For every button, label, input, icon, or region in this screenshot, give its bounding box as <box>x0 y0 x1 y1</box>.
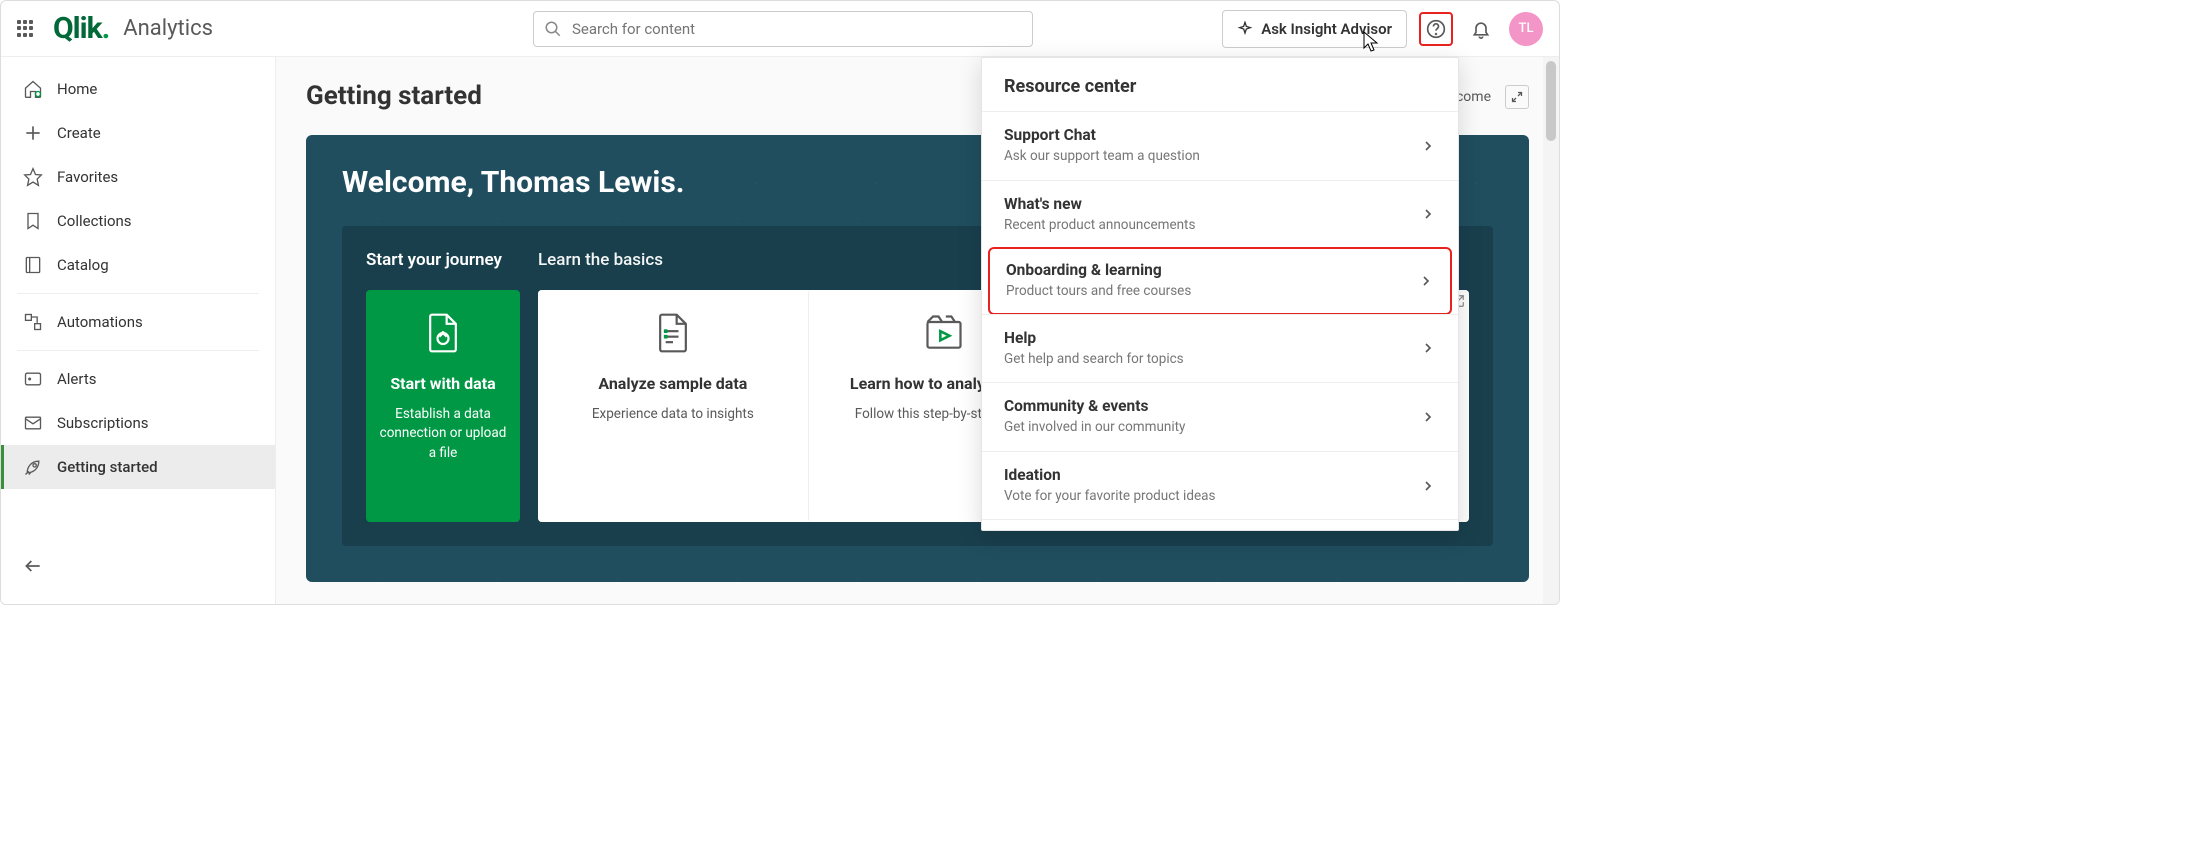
collapse-sidebar-button[interactable] <box>23 556 253 580</box>
panel-item-title: Community & events <box>1004 397 1185 415</box>
panel-item-support-chat[interactable]: Support Chat Ask our support team a ques… <box>982 111 1458 180</box>
collapse-icon <box>23 556 43 576</box>
panel-item-desc: Ask our support team a question <box>1004 148 1200 166</box>
catalog-icon <box>23 255 43 275</box>
search-box[interactable] <box>533 11 1033 47</box>
card-title: Start with data <box>390 374 495 395</box>
card-start-with-data[interactable]: Start with data Establish a data connect… <box>366 290 520 522</box>
chevron-right-icon <box>1420 409 1436 425</box>
panel-item-desc: Product tours and free courses <box>1006 283 1191 301</box>
sidebar: Home Create Favorites Collections Catalo… <box>1 57 276 604</box>
sidebar-item-label: Automations <box>57 313 143 331</box>
alert-icon <box>23 369 43 389</box>
page-top-actions: lcome <box>1453 85 1529 109</box>
home-icon <box>23 79 43 99</box>
sidebar-item-label: Collections <box>57 212 132 230</box>
panel-item-title: Help <box>1004 329 1184 347</box>
panel-item-help[interactable]: Help Get help and search for topics <box>982 314 1458 383</box>
resource-center-panel: Resource center Support Chat Ask our sup… <box>981 57 1459 531</box>
sidebar-footer <box>1 542 275 594</box>
panel-item-community[interactable]: Community & events Get involved in our c… <box>982 382 1458 451</box>
sidebar-divider <box>17 350 259 351</box>
chevron-right-icon <box>1420 340 1436 356</box>
sidebar-item-label: Home <box>57 80 97 98</box>
card-analyze-sample[interactable]: Analyze sample data Experience data to i… <box>538 290 808 522</box>
mail-icon <box>23 413 43 433</box>
sparkle-icon <box>1237 21 1253 37</box>
sidebar-item-label: Favorites <box>57 168 118 186</box>
app-window: Qlik. Analytics Ask Insight Advisor TL <box>0 0 1560 605</box>
rocket-icon <box>23 457 43 477</box>
sidebar-item-home[interactable]: Home <box>1 67 275 111</box>
sidebar-item-subscriptions[interactable]: Subscriptions <box>1 401 275 445</box>
help-icon <box>1426 19 1446 39</box>
ask-insight-label: Ask Insight Advisor <box>1261 20 1392 38</box>
video-icon <box>922 308 966 358</box>
ask-insight-button[interactable]: Ask Insight Advisor <box>1222 10 1407 48</box>
plus-icon <box>23 123 43 143</box>
sidebar-item-alerts[interactable]: Alerts <box>1 357 275 401</box>
panel-item-whats-new[interactable]: What's new Recent product announcements <box>982 180 1458 249</box>
panel-item-desc: Get help and search for topics <box>1004 351 1184 369</box>
help-button[interactable] <box>1419 12 1453 46</box>
sidebar-item-collections[interactable]: Collections <box>1 199 275 243</box>
bell-icon <box>1471 19 1491 39</box>
expand-button[interactable] <box>1505 85 1529 109</box>
tab-start-journey[interactable]: Start your journey <box>366 250 502 270</box>
app-name: Analytics <box>123 16 213 41</box>
vertical-scrollbar[interactable] <box>1543 57 1559 604</box>
notifications-button[interactable] <box>1465 13 1497 45</box>
top-header: Qlik. Analytics Ask Insight Advisor TL <box>1 1 1559 57</box>
search-icon <box>544 20 562 38</box>
sidebar-item-label: Alerts <box>57 370 97 388</box>
chevron-right-icon <box>1420 138 1436 154</box>
panel-item-onboarding[interactable]: Onboarding & learning Product tours and … <box>988 247 1452 315</box>
chevron-right-icon <box>1420 206 1436 222</box>
avatar[interactable]: TL <box>1509 12 1543 46</box>
panel-item-title: What's new <box>1004 195 1195 213</box>
qlik-logo: Qlik. <box>53 11 109 46</box>
tab-learn-basics[interactable]: Learn the basics <box>538 250 663 270</box>
card-desc: Establish a data connection or upload a … <box>378 405 508 464</box>
sidebar-item-label: Create <box>57 124 101 142</box>
panel-item-ideation[interactable]: Ideation Vote for your favorite product … <box>982 451 1458 521</box>
search-input[interactable] <box>572 20 1022 38</box>
sidebar-item-create[interactable]: Create <box>1 111 275 155</box>
panel-title: Resource center <box>982 76 1458 111</box>
sidebar-item-favorites[interactable]: Favorites <box>1 155 275 199</box>
chevron-right-icon <box>1418 273 1434 289</box>
sidebar-item-label: Getting started <box>57 458 158 476</box>
card-title: Analyze sample data <box>598 374 747 395</box>
avatar-initials: TL <box>1519 21 1534 36</box>
expand-icon <box>1511 91 1523 103</box>
star-icon <box>23 167 43 187</box>
panel-item-desc: Vote for your favorite product ideas <box>1004 488 1215 506</box>
card-desc: Experience data to insights <box>592 405 754 425</box>
sidebar-item-automations[interactable]: Automations <box>1 300 275 344</box>
document-list-icon <box>651 308 695 358</box>
bookmark-icon <box>23 211 43 231</box>
sidebar-item-label: Subscriptions <box>57 414 148 432</box>
automation-icon <box>23 312 43 332</box>
sidebar-item-label: Catalog <box>57 256 109 274</box>
panel-item-title: Ideation <box>1004 466 1215 484</box>
chevron-right-icon <box>1420 478 1436 494</box>
panel-item-desc: Recent product announcements <box>1004 217 1195 235</box>
panel-item-title: Support Chat <box>1004 126 1200 144</box>
app-launcher-icon[interactable] <box>17 20 35 38</box>
header-actions: Ask Insight Advisor TL <box>1222 10 1543 48</box>
sidebar-item-catalog[interactable]: Catalog <box>1 243 275 287</box>
data-file-icon <box>421 308 465 358</box>
panel-item-desc: Get involved in our community <box>1004 419 1185 437</box>
brand-logo: Qlik. Analytics <box>53 11 213 46</box>
sidebar-item-getting-started[interactable]: Getting started <box>1 445 275 489</box>
panel-item-title: Onboarding & learning <box>1006 261 1191 279</box>
sidebar-divider <box>17 293 259 294</box>
